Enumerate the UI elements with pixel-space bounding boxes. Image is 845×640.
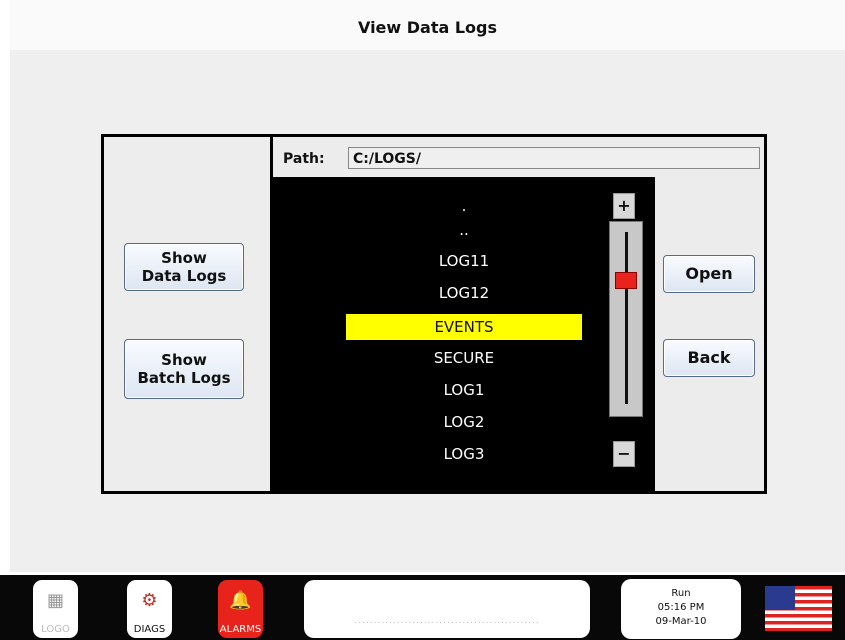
status-date: 09-Mar-10 xyxy=(655,616,707,627)
alarms-button[interactable]: 🔔 ALARMS xyxy=(218,580,263,638)
scrollbar[interactable]: + − xyxy=(609,177,655,491)
path-row: Path: C:/LOGS/ xyxy=(273,137,764,177)
show-data-logs-button[interactable]: Show Data Logs xyxy=(124,243,244,291)
us-flag-icon[interactable] xyxy=(765,586,832,631)
list-item[interactable]: LOG12 xyxy=(346,280,582,306)
message-bar: ........................................… xyxy=(304,580,590,638)
path-label: Path: xyxy=(283,151,325,167)
title-bar: View Data Logs xyxy=(10,0,845,50)
alarms-label: ALARMS xyxy=(219,624,262,635)
bell-icon: 🔔 xyxy=(229,590,252,611)
scroll-track-line xyxy=(625,232,628,404)
status-time: 05:16 PM xyxy=(657,602,705,613)
list-item[interactable]: SECURE xyxy=(346,345,582,371)
list-item[interactable]: LOG1 xyxy=(346,377,582,403)
scroll-down-button[interactable]: − xyxy=(613,441,635,467)
list-item[interactable]: LOG11 xyxy=(346,248,582,274)
file-list[interactable]: . .. LOG11 LOG12 EVENTS SECURE LOG1 LOG2… xyxy=(273,177,655,491)
logo-label: LOGO xyxy=(41,624,70,635)
open-button[interactable]: Open xyxy=(663,255,755,293)
logo-button[interactable]: ▦ LOGO xyxy=(33,580,78,638)
left-button-column: Show Data Logs Show Batch Logs xyxy=(104,137,273,491)
message-text: ........................................… xyxy=(354,616,540,626)
log-viewer-panel: Show Data Logs Show Batch Logs Path: C:/… xyxy=(101,134,767,494)
taskbar: ▦ LOGO ⚙ DIAGS 🔔 ALARMS ................… xyxy=(0,575,845,640)
page-title: View Data Logs xyxy=(357,18,498,37)
list-item[interactable]: LOG3 xyxy=(346,441,582,467)
show-batch-logs-button[interactable]: Show Batch Logs xyxy=(124,339,244,399)
scroll-track[interactable] xyxy=(609,221,643,417)
path-field: C:/LOGS/ xyxy=(348,147,760,169)
diagnostics-icon: ⚙ xyxy=(141,590,158,611)
status-box: Run 05:16 PM 09-Mar-10 xyxy=(621,579,741,639)
list-item[interactable]: LOG2 xyxy=(346,409,582,435)
diags-label: DIAGS xyxy=(133,624,166,635)
back-button[interactable]: Back xyxy=(663,339,755,377)
screen: View Data Logs Show Data Logs Show Batch… xyxy=(0,0,845,640)
list-item[interactable]: .. xyxy=(346,217,582,243)
scroll-up-button[interactable]: + xyxy=(613,193,635,219)
diags-button[interactable]: ⚙ DIAGS xyxy=(127,580,172,638)
logo-icon: ▦ xyxy=(46,590,64,611)
status-mode: Run xyxy=(671,588,691,599)
right-button-column: Open Back xyxy=(655,177,764,491)
list-item-selected[interactable]: EVENTS xyxy=(346,314,582,340)
scroll-thumb[interactable] xyxy=(615,271,637,289)
list-item[interactable]: . xyxy=(346,193,582,219)
